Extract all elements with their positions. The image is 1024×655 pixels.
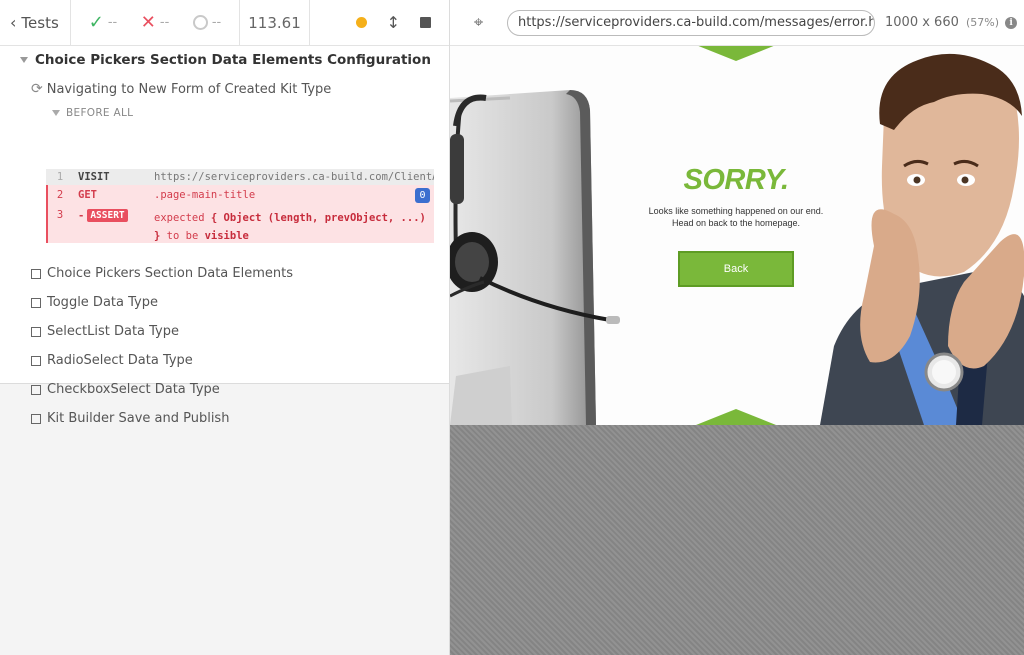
running-test-title: Navigating to New Form of Created Kit Ty… [46,81,332,97]
caret-down-icon [52,110,60,116]
command-name: GET [78,189,97,201]
pending-test[interactable]: Toggle Data Type [31,288,293,317]
assert-text: to be [166,230,199,242]
command-row[interactable]: 2 GET .page-main-title 0 [46,185,434,205]
error-line: Looks like something happened on our end… [648,206,824,216]
pending-square-icon [31,268,41,279]
test-title: RadioSelect Data Type [47,353,193,368]
selector-playground-icon[interactable]: ⌖ [450,13,507,33]
back-button[interactable]: Back [678,251,794,287]
monitor-headset-image [450,90,620,425]
command-log: Choice Pickers Section Data Elements Con… [0,46,449,426]
viewport-size: 1000 x 660 (57%) [885,15,999,30]
suite-title[interactable]: Choice Pickers Section Data Elements Con… [20,52,431,68]
error-message-block: SORRY. Looks like something happened on … [626,164,846,287]
failed-stat: ✕ -- [141,12,169,33]
command-number: 2 [56,189,64,201]
pending-test-list: Choice Pickers Section Data Elements Tog… [31,259,293,433]
pending-square-icon [31,297,41,308]
command-name: VISIT [78,171,110,183]
command-list: 1 VISIT https://serviceproviders.ca-buil… [46,169,434,243]
command-number: 1 [56,171,64,183]
test-title: SelectList Data Type [47,324,179,339]
tests-label: Tests [21,13,59,32]
pending-test[interactable]: CheckboxSelect Data Type [31,375,293,404]
auto-scroll-icon[interactable]: ↕ [387,14,400,31]
assert-text: expected [154,212,205,224]
pending-count: -- [211,15,222,30]
refresh-icon: ⟳ [31,81,43,97]
test-title: Kit Builder Save and Publish [47,411,230,426]
aut-header: ⌖ https://serviceproviders.ca-build.com/… [450,0,1024,46]
surprised-man-image [820,53,1024,425]
info-icon[interactable]: i [1005,16,1018,29]
test-title: Choice Pickers Section Data Elements [47,266,293,281]
command-message: expected { Object (length, prevObject, .… [154,209,434,245]
assert-chip: ASSERT [87,209,128,222]
pending-stat: -- [192,15,222,30]
pending-test[interactable]: SelectList Data Type [31,317,293,346]
before-all-hook[interactable]: BEFORE ALL [52,107,133,119]
stop-icon[interactable] [420,17,431,28]
bottom-chevron-decoration [696,409,776,425]
chevron-left-icon: ‹ [10,13,17,32]
pending-test[interactable]: Choice Pickers Section Data Elements [31,259,293,288]
command-message: .page-main-title [154,189,256,201]
duration: 113.61 [240,0,310,45]
test-runner-panel: ‹ Tests ✓ -- ✕ -- -- 113.61 ↕ Choice Pic… [0,0,450,655]
assert-expectation: visible [204,230,249,242]
suite-title-text: Choice Pickers Section Data Elements Con… [35,52,431,68]
pending-square-icon [31,384,41,395]
runner-toolbar: ‹ Tests ✓ -- ✕ -- -- 113.61 ↕ [0,0,449,46]
top-chevron-decoration [696,46,776,61]
command-row[interactable]: 3 - ASSERT expected { Object (length, pr… [46,205,434,243]
running-status-icon [355,17,367,28]
command-row[interactable]: 1 VISIT https://serviceproviders.ca-buil… [46,169,434,185]
error-line: Head on back to the homepage. [671,218,801,228]
pending-square-icon [31,413,41,424]
pending-square-icon [31,326,41,337]
pending-test[interactable]: Kit Builder Save and Publish [31,404,293,433]
passed-count: -- [107,15,118,30]
pending-square-icon [31,355,41,366]
runner-controls: ↕ [310,0,449,45]
command-message: https://serviceproviders.ca-build.com/Cl… [154,171,434,183]
test-title: Toggle Data Type [47,295,158,310]
pending-circle-icon [192,15,208,30]
x-icon: ✕ [140,12,156,33]
tests-back-link[interactable]: ‹ Tests [0,0,71,45]
test-title: CheckboxSelect Data Type [47,382,220,397]
command-prefix: - [78,209,85,222]
failed-count: -- [159,15,170,30]
test-stats: ✓ -- ✕ -- -- [71,0,240,45]
pending-test[interactable]: RadioSelect Data Type [31,346,293,375]
app-under-test-panel: ⌖ https://serviceproviders.ca-build.com/… [450,0,1024,655]
url-bar[interactable]: https://serviceproviders.ca-build.com/me… [507,9,875,36]
running-test[interactable]: ⟳ Navigating to New Form of Created Kit … [31,81,331,97]
viewport-scale: (57%) [966,16,1000,29]
app-iframe: SORRY. Looks like something happened on … [450,46,1024,425]
error-heading: SORRY. [683,164,790,196]
caret-down-icon [20,57,28,63]
viewport-dimensions: 1000 x 660 [885,15,959,30]
error-description: Looks like something happened on our end… [626,205,846,229]
element-count-badge: 0 [415,188,430,203]
command-number: 3 [56,209,64,221]
hook-label: BEFORE ALL [66,107,134,119]
check-icon: ✓ [88,12,104,33]
passed-stat: ✓ -- [89,12,117,33]
command-name: - ASSERT [72,209,154,222]
